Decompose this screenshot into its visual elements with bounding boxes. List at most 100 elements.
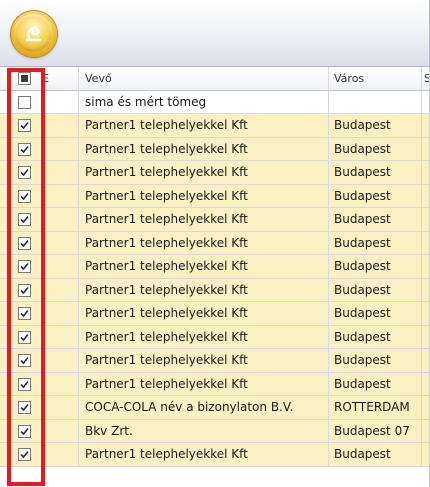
cell-e[interactable] <box>42 208 79 232</box>
cell-e[interactable] <box>42 372 79 396</box>
cell-city[interactable]: ROTTERDAM <box>329 396 422 420</box>
cell-city[interactable]: Budapest <box>329 302 422 326</box>
column-header-e[interactable]: E <box>42 67 79 91</box>
check-mark-icon <box>20 262 29 271</box>
cell-city[interactable]: Budapest <box>329 231 422 255</box>
cell-buyer[interactable]: Partner1 telephelyekkel Kft <box>79 302 329 326</box>
row-select-checkbox[interactable] <box>18 283 31 297</box>
row-select-checkbox[interactable] <box>18 166 31 179</box>
ribbon-toolbar <box>0 0 430 67</box>
cell-buyer[interactable]: Partner1 telephelyekkel Kft <box>79 184 329 208</box>
check-mark-icon <box>20 333 29 341</box>
table-row[interactable]: Partner1 telephelyekkel Kft Budapest <box>0 325 430 349</box>
cell-buyer[interactable]: Partner1 telephelyekkel Kft <box>79 255 329 279</box>
cell-city[interactable]: Budapest <box>329 255 422 279</box>
cell-e[interactable] <box>42 396 79 420</box>
cell-buyer[interactable]: Partner1 telephelyekkel Kft <box>79 443 329 467</box>
table-row[interactable]: Partner1 telephelyekkel Kft Budapest <box>0 114 430 138</box>
cell-e[interactable] <box>42 184 79 208</box>
cell-e[interactable] <box>42 161 79 185</box>
table-row[interactable]: Partner1 telephelyekkel Kft Budapest <box>0 161 430 185</box>
cell-city[interactable]: Budapest <box>329 325 422 349</box>
cell-buyer[interactable]: Partner1 telephelyekkel Kft <box>79 137 329 161</box>
check-mark-icon <box>20 427 29 435</box>
cell-e[interactable] <box>42 325 79 349</box>
table-row[interactable]: Bkv Zrt. Budapest 07 <box>0 419 430 443</box>
cell-buyer[interactable]: Bkv Zrt. <box>79 419 329 443</box>
table-row[interactable]: Partner1 telephelyekkel Kft Budapest <box>0 184 430 208</box>
cell-buyer[interactable]: Partner1 telephelyekkel Kft <box>79 161 329 185</box>
cell-buyer[interactable]: Partner1 telephelyekkel Kft <box>79 349 329 373</box>
cell-e[interactable] <box>42 302 79 326</box>
cell-e[interactable] <box>42 231 79 255</box>
table-row[interactable]: Partner1 telephelyekkel Kft Budapest <box>0 208 430 232</box>
cell-city[interactable]: Budapest 07 <box>329 419 422 443</box>
cell-e[interactable] <box>42 349 79 373</box>
row-check-cell <box>0 443 42 467</box>
cell-city[interactable]: Budapest <box>329 161 422 185</box>
cell-buyer[interactable]: Partner1 telephelyekkel Kft <box>79 372 329 396</box>
cell-city[interactable]: Budapest <box>329 208 422 232</box>
cell-buyer[interactable]: sima és mért tömeg <box>79 90 329 114</box>
cell-e[interactable] <box>42 137 79 161</box>
cell-city[interactable]: Budapest <box>329 349 422 373</box>
row-select-checkbox[interactable] <box>18 95 31 109</box>
row-select-checkbox[interactable] <box>18 119 31 132</box>
row-check-cell <box>0 302 42 326</box>
check-mark-icon <box>20 380 29 388</box>
cell-e[interactable] <box>42 90 79 114</box>
row-check-cell <box>0 255 42 279</box>
row-select-checkbox[interactable] <box>18 377 31 391</box>
cell-city[interactable]: Budapest <box>329 137 422 161</box>
row-select-checkbox[interactable] <box>18 448 31 461</box>
select-all-checkbox[interactable] <box>18 72 31 85</box>
table-row[interactable]: Partner1 telephelyekkel Kft Budapest <box>0 349 430 373</box>
row-select-checkbox[interactable] <box>18 401 31 414</box>
table-row[interactable]: Partner1 telephelyekkel Kft Budapest <box>0 278 430 302</box>
cell-e[interactable] <box>42 114 79 138</box>
table-row[interactable]: sima és mért tömeg <box>0 90 430 114</box>
row-check-cell <box>0 208 42 232</box>
row-select-checkbox[interactable] <box>18 260 31 273</box>
row-select-checkbox[interactable] <box>18 213 31 226</box>
row-check-cell <box>0 114 42 138</box>
table-row[interactable]: Partner1 telephelyekkel Kft Budapest <box>0 372 430 396</box>
check-mark-icon <box>20 403 29 412</box>
table-row[interactable]: Partner1 telephelyekkel Kft Budapest <box>0 443 430 467</box>
row-select-checkbox[interactable] <box>18 330 31 344</box>
cell-buyer[interactable]: Partner1 telephelyekkel Kft <box>79 208 329 232</box>
column-header-city[interactable]: Város <box>329 67 422 91</box>
check-mark-icon <box>20 168 29 177</box>
cell-buyer[interactable]: Partner1 telephelyekkel Kft <box>79 231 329 255</box>
table-row[interactable]: Partner1 telephelyekkel Kft Budapest <box>0 137 430 161</box>
table-row[interactable]: Partner1 telephelyekkel Kft Budapest <box>0 302 430 326</box>
cell-e[interactable] <box>42 255 79 279</box>
table-row[interactable]: Partner1 telephelyekkel Kft Budapest <box>0 255 430 279</box>
cell-city[interactable] <box>329 90 422 114</box>
row-select-checkbox[interactable] <box>18 307 31 320</box>
cell-buyer[interactable]: Partner1 telephelyekkel Kft <box>79 325 329 349</box>
cell-buyer[interactable]: Partner1 telephelyekkel Kft <box>79 114 329 138</box>
cell-e[interactable] <box>42 278 79 302</box>
row-select-checkbox[interactable] <box>18 424 31 438</box>
row-check-cell <box>0 372 42 396</box>
data-grid: E Vevő Város S sima és mért tömegPartner… <box>0 67 430 467</box>
row-select-checkbox[interactable] <box>18 236 31 250</box>
row-check-cell <box>0 349 42 373</box>
cell-city[interactable]: Budapest <box>329 372 422 396</box>
cell-city[interactable]: Budapest <box>329 278 422 302</box>
cell-city[interactable]: Budapest <box>329 443 422 467</box>
row-select-checkbox[interactable] <box>18 354 31 367</box>
table-row[interactable]: COCA-COLA név a bizonylaton B.V. ROTTERDA… <box>0 396 430 420</box>
cell-city[interactable]: Budapest <box>329 114 422 138</box>
cell-e[interactable] <box>42 443 79 467</box>
table-row[interactable]: Partner1 telephelyekkel Kft Budapest <box>0 231 430 255</box>
cell-buyer[interactable]: COCA-COLA név a bizonylaton B.V. <box>79 396 329 420</box>
cell-city[interactable]: Budapest <box>329 184 422 208</box>
cell-e[interactable] <box>42 419 79 443</box>
row-select-checkbox[interactable] <box>18 189 31 203</box>
row-select-checkbox[interactable] <box>18 142 31 156</box>
cell-buyer[interactable]: Partner1 telephelyekkel Kft <box>79 278 329 302</box>
column-header-buyer[interactable]: Vevő <box>79 67 329 91</box>
ribbon-app-orb-button[interactable] <box>11 11 57 57</box>
